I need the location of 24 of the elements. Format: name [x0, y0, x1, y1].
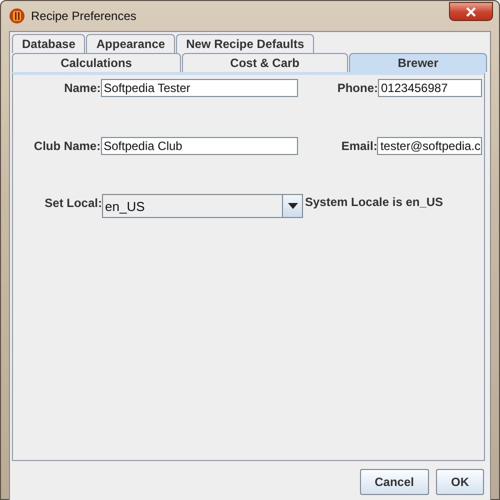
- tab[interactable]: Database: [12, 34, 86, 53]
- app-icon: [9, 8, 25, 24]
- close-icon: [465, 6, 477, 16]
- field-label: Phone:: [336, 81, 378, 95]
- tab[interactable]: New Recipe Defaults: [176, 34, 314, 53]
- field-label: Set Local:: [44, 196, 102, 210]
- dialog-button[interactable]: OK: [436, 469, 484, 495]
- field-label: Name:: [63, 81, 101, 95]
- dialog-button[interactable]: Cancel: [360, 469, 429, 495]
- tab[interactable]: Cost & Carb: [182, 53, 348, 72]
- input-field[interactable]: Softpedia Tester: [100, 79, 298, 97]
- input-field[interactable]: tester@softpedia.c: [377, 137, 482, 155]
- input-field[interactable]: 0123456987: [378, 79, 482, 97]
- tab[interactable]: Brewer: [349, 53, 487, 72]
- tab[interactable]: Appearance: [86, 34, 176, 53]
- field-label: Email:: [340, 139, 378, 153]
- tab[interactable]: Calculations: [12, 53, 181, 72]
- input-field[interactable]: Softpedia Club: [100, 137, 298, 155]
- caret-icon: [288, 203, 298, 209]
- window-title: Recipe Preferences: [31, 9, 136, 23]
- field-label: Club Name:: [32, 139, 101, 153]
- close-button[interactable]: [449, 2, 493, 21]
- locale-note: System Locale is en_US: [305, 195, 444, 209]
- locale-dropdown[interactable]: en_US: [102, 194, 303, 218]
